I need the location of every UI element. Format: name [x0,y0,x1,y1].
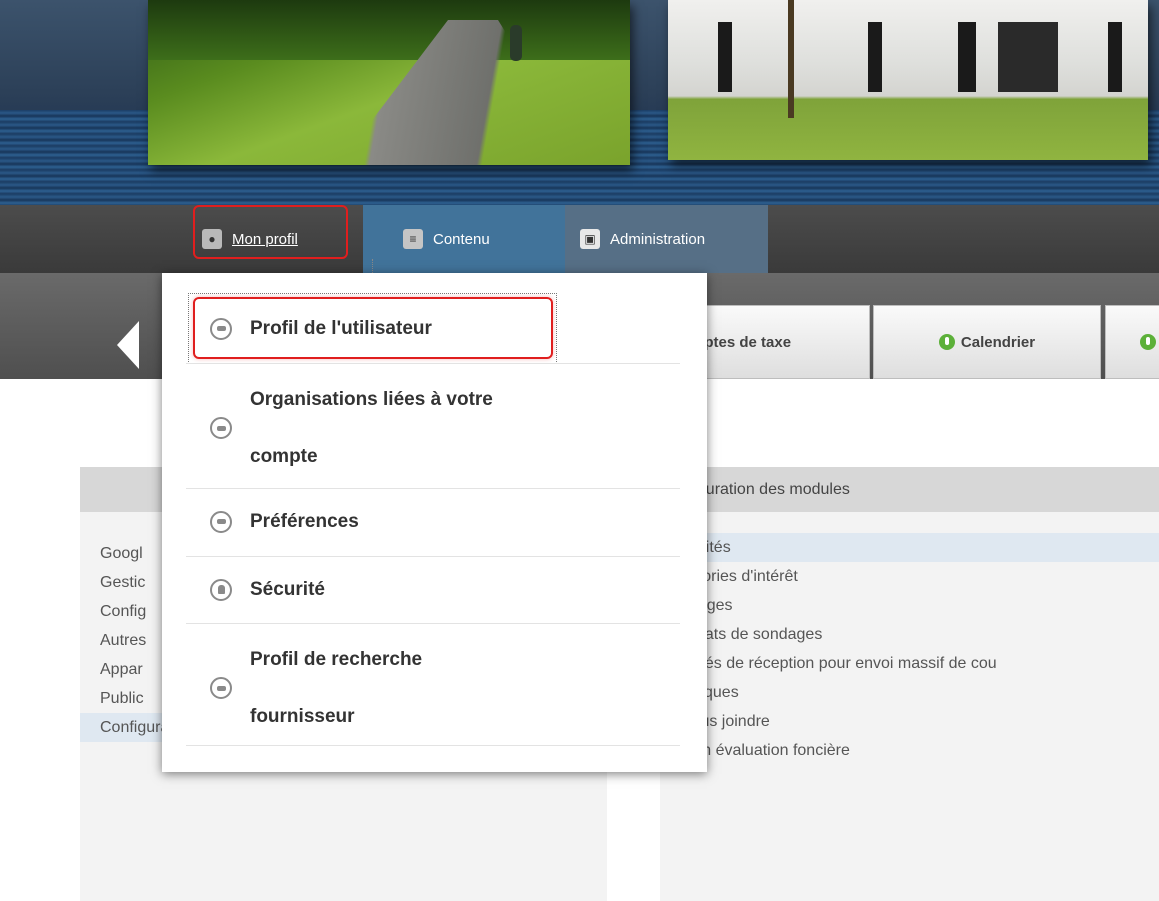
module-item-selected[interactable]: tualités [660,533,1159,562]
module-item[interactable]: tégories d'intérêt [660,562,1159,591]
document-icon: ≡ [403,229,423,249]
circle-dash-icon [210,510,232,533]
subtab-next[interactable] [1105,305,1159,379]
tab-administration[interactable]: ▣ Administration [565,205,768,273]
circle-dash-icon [210,317,232,340]
menu-item-organisations[interactable]: Organisations liées à votre compte [186,368,680,488]
module-list: tualités tégories d'intérêt ndages sulta… [660,533,1159,758]
menu-item-profil-utilisateur[interactable]: Profil de l'utilisateur [186,300,680,357]
module-item[interactable]: ndages [660,591,1159,620]
admin-icon: ▣ [580,229,600,249]
green-dot-icon [1140,334,1156,350]
menu-divider [186,745,680,746]
subtab-calendrier-label: Calendrier [960,333,1036,351]
menu-item-label: fournisseur [250,706,355,727]
right-panel-header: nfiguration des modules [660,467,1159,512]
tab-administration-label: Administration [610,230,706,248]
subtab-calendrier[interactable]: Calendrier [873,305,1101,379]
module-item[interactable]: tistiques [660,678,1159,707]
menu-item-profil-recherche[interactable]: Profil de recherche fournisseur [186,628,680,748]
menu-divider [186,623,680,624]
menu-item-label: compte [250,446,318,467]
page-root: ● Mon profil ≡ Contenu ▣ Administration … [0,0,1159,901]
menu-divider [186,556,680,557]
module-item[interactable]: cusés de réception pour envoi massif de … [660,649,1159,678]
banner-photo-bike-path [148,0,630,165]
tab-contenu[interactable]: ≡ Contenu [363,205,565,273]
mon-profil-highlight-box [193,205,348,259]
header-banner [0,0,1159,205]
menu-item-label: Profil de l'utilisateur [250,318,432,339]
circle-dash-icon [210,677,232,699]
menu-item-label: Profil de recherche [250,649,423,670]
tab-contenu-label: Contenu [433,230,490,248]
menu-item-label: Préférences [250,511,359,532]
menu-item-label: Organisations liées à votre [250,389,493,410]
menu-item-label: Sécurité [250,579,325,600]
green-dot-icon [938,334,955,350]
lock-icon [210,578,232,601]
menu-divider [186,363,680,364]
banner-photo-building [668,0,1148,160]
circle-dash-icon [210,417,232,439]
module-item[interactable]: Mon évaluation foncière [660,736,1159,758]
module-item[interactable]: sultats de sondages [660,620,1159,649]
menu-item-securite[interactable]: Sécurité [186,561,680,618]
top-nav-bar: ● Mon profil ≡ Contenu ▣ Administration [0,205,1159,273]
right-panel: nfiguration des modules tualités tégorie… [660,467,1159,901]
menu-item-preferences[interactable]: Préférences [186,493,680,550]
mon-profil-dropdown: Profil de l'utilisateur Organisations li… [162,273,707,772]
module-item[interactable]: Nous joindre [660,707,1159,736]
menu-divider [186,488,680,489]
carousel-left-arrow-icon[interactable] [117,321,139,369]
